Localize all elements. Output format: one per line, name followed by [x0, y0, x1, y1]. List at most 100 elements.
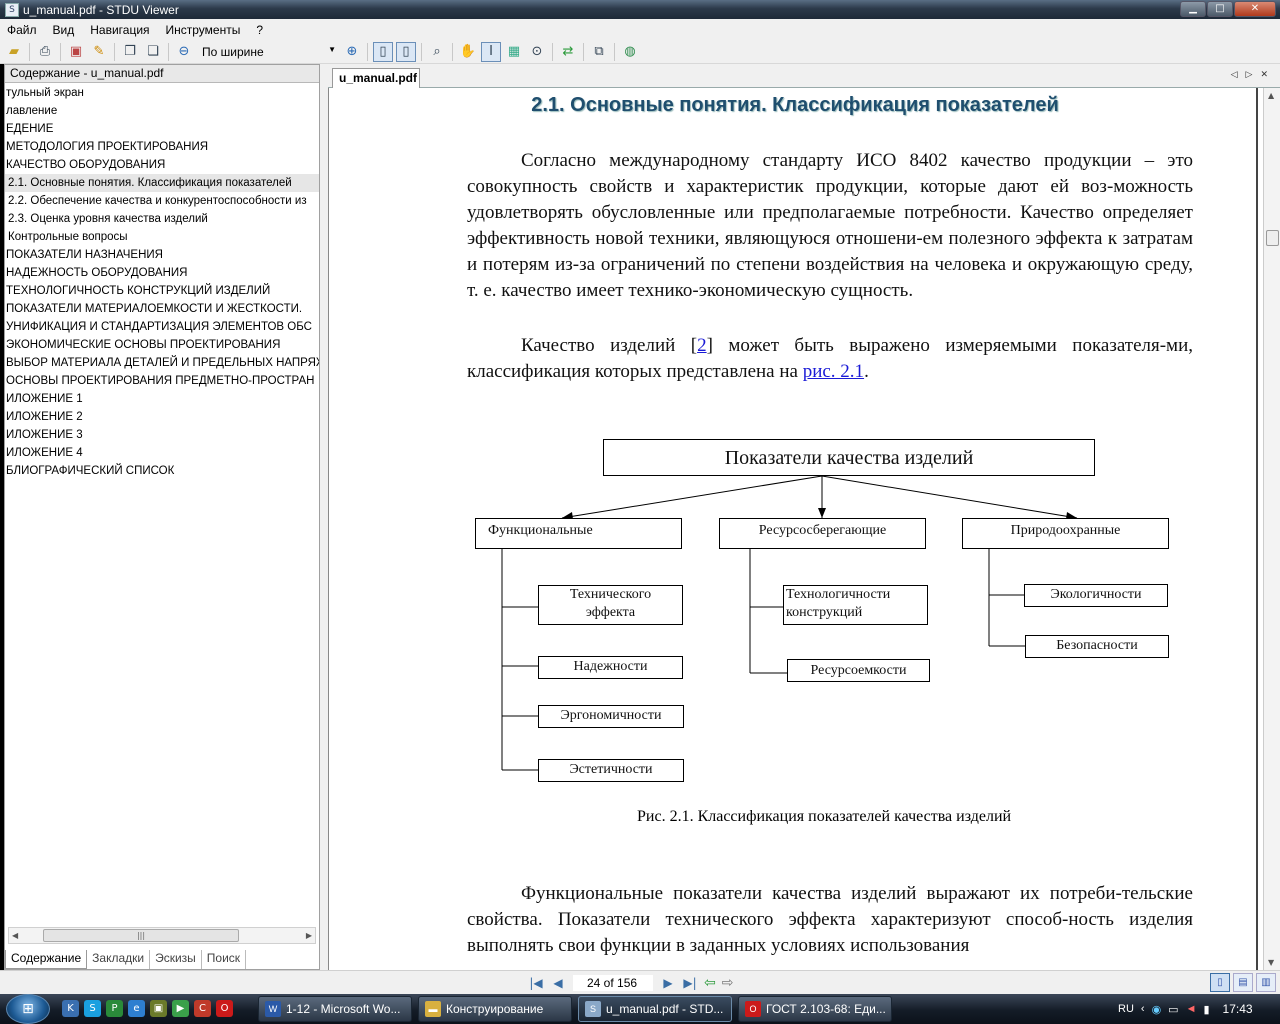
hand-icon[interactable]: ✋ [458, 42, 478, 62]
toc-item[interactable]: ИЛОЖЕНИЕ 1 [5, 390, 319, 408]
image-select-icon[interactable]: ▦ [504, 42, 524, 62]
menu-tools[interactable]: Инструменты [158, 23, 249, 37]
toc-list: тульный экран лавление ЕДЕНИЕ МЕТОДОЛОГИ… [5, 84, 319, 934]
ie-icon[interactable]: e [128, 1000, 145, 1017]
toc-item[interactable]: 2.2. Обеспечение качества и конкурентосп… [5, 192, 319, 210]
tab-bookmarks[interactable]: Закладки [87, 950, 151, 969]
toc-item[interactable]: ВЫБОР МАТЕРИАЛА ДЕТАЛЕЙ И ПРЕДЕЛЬНЫХ НАП… [5, 354, 319, 372]
network-icon[interactable]: ◉ [1152, 1003, 1162, 1016]
taskbar-button[interactable]: ▬ Конструирование [418, 996, 572, 1022]
taskbar-button[interactable]: O ГОСТ 2.103-68: Еди... [738, 996, 892, 1022]
tab-contents[interactable]: Содержание [5, 950, 88, 969]
copy-icon[interactable]: ❐ [120, 42, 140, 62]
scroll-up-icon[interactable]: ▲ [1268, 91, 1274, 100]
toc-item[interactable]: ИЛОЖЕНИЕ 4 [5, 444, 319, 462]
globe-icon[interactable]: ◍ [620, 42, 640, 62]
text-export-icon[interactable]: ✎ [89, 42, 109, 62]
scrollbar-thumb[interactable]: ||| [43, 929, 239, 942]
toc-item[interactable]: Контрольные вопросы [5, 228, 319, 246]
continuous-view-icon[interactable]: ▤ [1233, 973, 1253, 992]
find-icon[interactable]: ⌕ [427, 42, 447, 62]
toc-item[interactable]: БЛИОГРАФИЧЕСКИЙ СПИСОК [5, 462, 319, 480]
facing-view-icon[interactable]: ▥ [1256, 973, 1276, 992]
panel-splitter[interactable] [320, 64, 328, 970]
toc-item[interactable]: ПОКАЗАТЕЛИ НАЗНАЧЕНИЯ [5, 246, 319, 264]
print-icon[interactable]: ⎙ [35, 42, 55, 62]
toc-item[interactable]: УНИФИКАЦИЯ И СТАНДАРТИЗАЦИЯ ЭЛЕМЕНТОВ ОБ… [5, 318, 319, 336]
toc-item[interactable]: НАДЕЖНОСТЬ ОБОРУДОВАНИЯ [5, 264, 319, 282]
toc-item[interactable]: КАЧЕСТВО ОБОРУДОВАНИЯ [5, 156, 319, 174]
toc-item[interactable]: тульный экран [5, 84, 319, 102]
scrollbar-thumb[interactable] [1266, 230, 1279, 246]
page-number-field[interactable]: 24 of 156 [572, 974, 654, 992]
zoom-in-icon[interactable]: ⊕ [342, 42, 362, 62]
menu-navigation[interactable]: Навигация [82, 23, 157, 37]
scroll-right-icon[interactable]: ▶ [306, 928, 312, 943]
diagram-item-box: Экологичности [1024, 584, 1168, 607]
tab-thumbnails[interactable]: Эскизы [150, 950, 202, 969]
project-icon[interactable]: P [106, 1000, 123, 1017]
tray-expand-icon[interactable]: ‹ [1141, 1003, 1145, 1015]
monitor-icon[interactable]: ▭ [1168, 1003, 1178, 1016]
toc-horizontal-scrollbar[interactable]: ◀ ||| ▶ [8, 927, 316, 944]
toc-item[interactable]: 2.3. Оценка уровня качества изделий [5, 210, 319, 228]
start-button[interactable]: ⊞ [6, 994, 50, 1024]
toc-item[interactable]: лавление [5, 102, 319, 120]
language-indicator[interactable]: RU [1118, 1003, 1134, 1015]
opera-quick-icon[interactable]: O [216, 1000, 233, 1017]
tab-nav-icons[interactable]: ◁▷✕ [1231, 70, 1276, 80]
back-forward-icon[interactable]: ⇄ [558, 42, 578, 62]
toc-item[interactable]: ТЕХНОЛОГИЧНОСТЬ КОНСТРУКЦИЙ ИЗДЕЛИЙ [5, 282, 319, 300]
single-page-view-icon[interactable]: ▯ [1210, 973, 1230, 992]
close-button[interactable]: ✕ [1234, 1, 1276, 17]
skype-icon[interactable]: S [84, 1000, 101, 1017]
zoom-out-icon[interactable]: ⊖ [174, 42, 194, 62]
toc-item[interactable]: ПОКАЗАТЕЛИ МАТЕРИАЛОЕМКОСТИ И ЖЕСТКОСТИ. [5, 300, 319, 318]
toc-item[interactable]: ОСНОВЫ ПРОЕКТИРОВАНИЯ ПРЕДМЕТНО-ПРОСТРАН [5, 372, 319, 390]
taskbar-button-label: ГОСТ 2.103-68: Еди... [766, 1002, 886, 1016]
back-icon[interactable]: ⇦ [704, 975, 716, 991]
c-icon[interactable]: C [194, 1000, 211, 1017]
copy-pages-icon[interactable]: ⧉ [589, 42, 609, 62]
tab-document[interactable]: u_manual.pdf [332, 68, 420, 88]
toc-item[interactable]: ИЛОЖЕНИЕ 2 [5, 408, 319, 426]
scroll-left-icon[interactable]: ◀ [12, 928, 18, 943]
open-icon[interactable]: ▰ [4, 42, 24, 62]
play-icon[interactable]: ▶ [172, 1000, 189, 1017]
prev-page-icon[interactable]: ◀ [550, 976, 566, 990]
first-page-icon[interactable]: |◀ [528, 976, 544, 990]
diagram-arrow [561, 475, 823, 519]
taskbar-button[interactable]: W 1-12 - Microsoft Wo... [258, 996, 412, 1022]
forward-icon[interactable]: ⇨ [722, 975, 734, 991]
single-page-icon[interactable]: ▯ [373, 41, 393, 62]
minimize-button[interactable]: ▁ [1180, 1, 1206, 17]
toc-item[interactable]: ЕДЕНИЕ [5, 120, 319, 138]
next-page-icon[interactable]: ▶ [660, 976, 676, 990]
power-icon[interactable]: ▮ [1203, 1003, 1209, 1016]
text-select-icon[interactable]: I [481, 41, 501, 62]
image-export-icon[interactable]: ▣ [66, 42, 86, 62]
word-icon: W [265, 1001, 281, 1017]
two-page-icon[interactable]: ▯ [396, 41, 416, 62]
maximize-button[interactable]: □ [1207, 1, 1233, 17]
toc-item-selected[interactable]: 2.1. Основные понятия. Классификация пок… [5, 174, 319, 192]
zoom-select[interactable]: По ширине ▼ [197, 42, 339, 61]
document-vertical-scrollbar[interactable]: ▲ ▼ [1263, 88, 1280, 970]
k-icon[interactable]: K [62, 1000, 79, 1017]
menu-view[interactable]: Вид [45, 23, 83, 37]
diagram-item-box: Технологичности конструкций [783, 585, 928, 625]
media-icon[interactable]: ▣ [150, 1000, 167, 1017]
magnify-icon[interactable]: ⊙ [527, 42, 547, 62]
toc-item[interactable]: МЕТОДОЛОГИЯ ПРОЕКТИРОВАНИЯ [5, 138, 319, 156]
menu-help[interactable]: ? [248, 23, 271, 37]
last-page-icon[interactable]: ▶| [682, 976, 698, 990]
toc-item[interactable]: ЭКОНОМИЧЕСКИЕ ОСНОВЫ ПРОЕКТИРОВАНИЯ [5, 336, 319, 354]
tab-search[interactable]: Поиск [202, 950, 247, 969]
document-tab-bar: u_manual.pdf ◁▷✕ [328, 64, 1280, 88]
menu-file[interactable]: Файл [0, 23, 45, 37]
toc-item[interactable]: ИЛОЖЕНИЕ 3 [5, 426, 319, 444]
scroll-down-icon[interactable]: ▼ [1268, 958, 1274, 967]
volume-icon[interactable]: ◄ [1186, 1003, 1197, 1015]
taskbar-button-active[interactable]: S u_manual.pdf - STD... [578, 996, 732, 1022]
paste-icon[interactable]: ❏ [143, 42, 163, 62]
